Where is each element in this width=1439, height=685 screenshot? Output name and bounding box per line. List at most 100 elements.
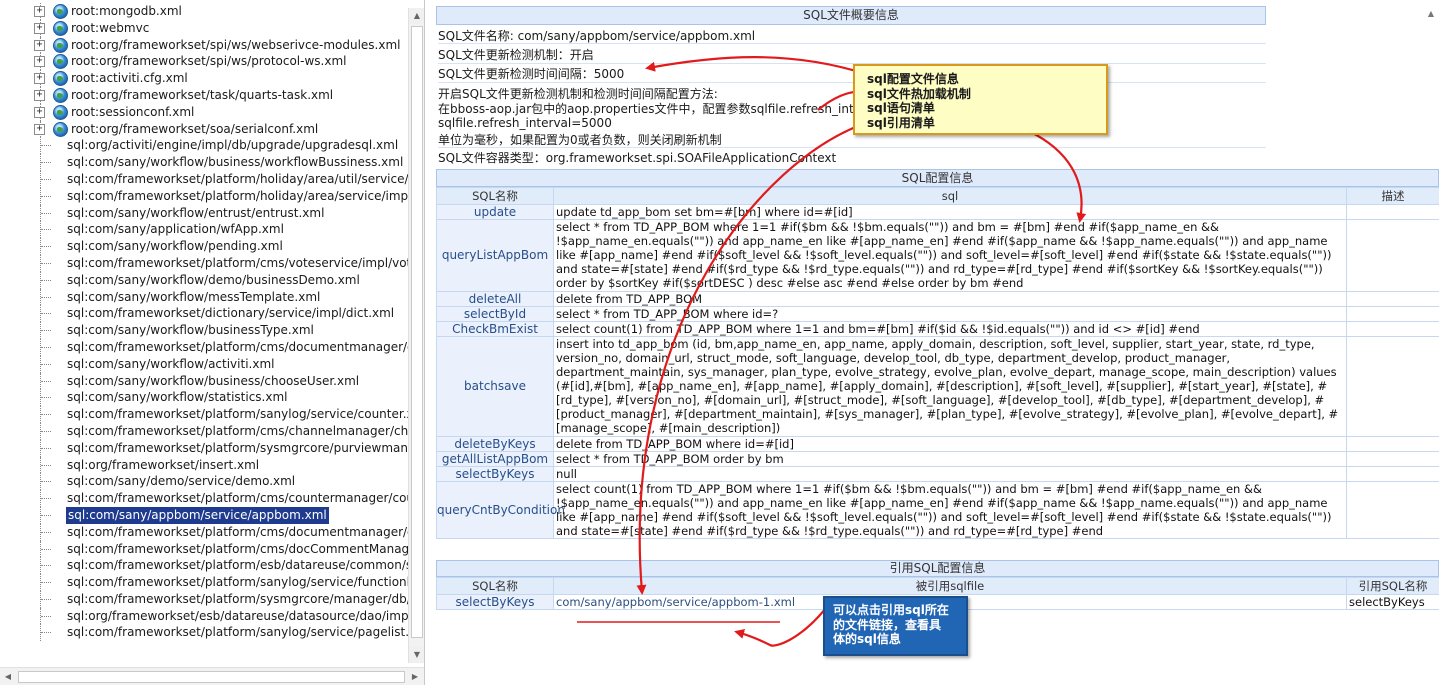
expand-plus-icon[interactable]: +	[34, 89, 45, 101]
expand-plus-icon[interactable]: +	[34, 123, 45, 135]
tree-node-label[interactable]: sql:com/frameworkset/dictionary/service/…	[67, 305, 394, 322]
tree-node-sql-file[interactable]: sql:com/sany/workflow/activiti.xml	[0, 355, 408, 373]
tree-node-sql-file[interactable]: sql:com/frameworkset/platform/sanylog/se…	[0, 624, 408, 642]
tree-node-label[interactable]: sql:com/frameworkset/platform/sanylog/se…	[67, 624, 408, 641]
tree-branch-line	[41, 464, 51, 466]
sql-name-cell: deleteAll	[436, 290, 554, 307]
tree-vertical-scrollbar[interactable]: ▲ ▼	[408, 8, 424, 663]
sql-config-row: queryCntByCondition select count(1) from …	[436, 480, 1439, 540]
scroll-down-icon[interactable]: ▼	[409, 647, 424, 663]
tree-node-sql-file[interactable]: sql:com/frameworkset/platform/sysmgrcore…	[0, 439, 408, 457]
tree-node-root[interactable]: + root:org/frameworkset/spi/ws/protocol-w…	[0, 53, 408, 71]
tree-node-sql-file[interactable]: sql:com/sany/application/wfApp.xml	[0, 221, 408, 239]
tree-node-label[interactable]: sql:com/sany/workflow/statistics.xml	[67, 389, 288, 406]
tree-node-label[interactable]: sql:com/sany/workflow/messTemplate.xml	[67, 289, 320, 306]
tree-node-label[interactable]: sql:com/frameworkset/platform/esb/datare…	[67, 557, 408, 574]
tree-node-label[interactable]: root:org/frameworkset/spi/ws/webserivce-…	[71, 37, 400, 54]
tree-node-root[interactable]: + root:activiti.cfg.xml	[0, 70, 408, 87]
tree-node-label[interactable]: sql:com/sany/workflow/business/workflowB…	[67, 154, 403, 171]
tree-node-label[interactable]: sql:com/frameworkset/platform/sanylog/se…	[67, 574, 408, 591]
tree-node-sql-file[interactable]: sql:com/sany/workflow/messTemplate.xml	[0, 288, 408, 306]
tree-node-sql-file[interactable]: sql:com/frameworkset/platform/cms/channe…	[0, 422, 408, 440]
tree-node-sql-file[interactable]: sql:com/frameworkset/platform/sanylog/se…	[0, 574, 408, 591]
tree-vertical-scroll-thumb[interactable]	[411, 26, 423, 638]
tree-node-root[interactable]: + root:org/frameworkset/spi/ws/webserivce…	[0, 36, 408, 54]
tree-node-sql-file[interactable]: sql:com/sany/workflow/demo/businessDemo.…	[0, 271, 408, 289]
tree-node-root[interactable]: + root:mongodb.xml	[0, 3, 408, 20]
tree-node-label[interactable]: sql:com/frameworkset/platform/cms/votese…	[67, 255, 408, 272]
tree-node-root[interactable]: + root:org/frameworkset/task/quarts-task.…	[0, 86, 408, 104]
tree-node-label[interactable]: sql:com/frameworkset/platform/holiday/ar…	[67, 171, 408, 188]
scroll-up-icon[interactable]: ▲	[409, 8, 424, 24]
tree-node-label[interactable]: root:webmvc	[71, 20, 149, 37]
tree-node-label[interactable]: root:org/frameworkset/soa/serialconf.xml	[71, 121, 318, 138]
tree-node-sql-file[interactable]: sql:com/sany/appbom/service/appbom.xml	[0, 506, 408, 524]
tree-node-label[interactable]: sql:com/sany/workflow/pending.xml	[67, 238, 283, 255]
tree-branch-line	[41, 246, 51, 248]
tree-horizontal-scroll-thumb[interactable]	[18, 671, 405, 683]
expand-plus-icon[interactable]: +	[34, 6, 45, 17]
content-scroll-up-icon[interactable]: ▲	[1423, 6, 1439, 22]
tree-node-label[interactable]: sql:com/sany/workflow/activiti.xml	[67, 356, 274, 373]
expand-plus-icon[interactable]: +	[34, 106, 45, 118]
tree-node-label[interactable]: root:activiti.cfg.xml	[71, 70, 188, 87]
tree-node-root[interactable]: + root:sessionconf.xml	[0, 103, 408, 121]
tree-node-label[interactable]: sql:com/frameworkset/platform/sysmgrcore…	[67, 591, 408, 608]
expand-plus-icon[interactable]: +	[34, 56, 45, 68]
tree-node-sql-file[interactable]: sql:com/frameworkset/platform/cms/docume…	[0, 523, 408, 541]
tree-node-root[interactable]: + root:org/frameworkset/soa/serialconf.xm…	[0, 120, 408, 138]
tree-node-sql-file[interactable]: sql:com/sany/workflow/business/workflowB…	[0, 154, 408, 171]
tree-node-label[interactable]: sql:com/frameworkset/platform/cms/channe…	[67, 423, 408, 440]
tree-node-sql-file[interactable]: sql:com/frameworkset/platform/cms/docume…	[0, 338, 408, 356]
tree-node-label[interactable]: sql:com/frameworkset/platform/cms/docume…	[67, 524, 408, 541]
tree-node-sql-file[interactable]: sql:com/frameworkset/platform/cms/votese…	[0, 254, 408, 272]
tree-node-sql-file[interactable]: sql:com/sany/workflow/business/chooseUse…	[0, 372, 408, 390]
tree-node-sql-file[interactable]: sql:org/frameworkset/esb/datareuse/datas…	[0, 607, 408, 625]
tree-node-label-selected[interactable]: sql:com/sany/appbom/service/appbom.xml	[66, 506, 329, 524]
scroll-right-icon[interactable]: ▶	[407, 668, 423, 685]
tree-node-sql-file[interactable]: sql:com/frameworkset/platform/sanylog/se…	[0, 406, 408, 423]
tree-node-label[interactable]: sql:com/sany/workflow/entrust/entrust.xm…	[67, 205, 324, 222]
tree-node-label[interactable]: root:org/frameworkset/task/quarts-task.x…	[71, 87, 333, 104]
expand-plus-icon[interactable]: +	[34, 73, 45, 85]
tree-node-label[interactable]: sql:com/frameworkset/platform/sanylog/se…	[67, 406, 408, 423]
tree-node-label[interactable]: sql:org/frameworkset/insert.xml	[67, 457, 259, 474]
tree-horizontal-scrollbar[interactable]: ◀ ▶	[0, 667, 424, 685]
tree-node-label[interactable]: root:org/frameworkset/spi/ws/protocol-ws…	[71, 53, 346, 70]
tree-node-sql-file[interactable]: sql:com/frameworkset/platform/esb/datare…	[0, 557, 408, 575]
tree-node-sql-file[interactable]: sql:com/frameworkset/platform/cms/docCom…	[0, 540, 408, 558]
tree-node-sql-file[interactable]: sql:com/frameworkset/platform/sysmgrcore…	[0, 590, 408, 608]
expand-plus-icon[interactable]: +	[34, 22, 45, 34]
tree-node-label[interactable]: sql:com/sany/workflow/demo/businessDemo.…	[67, 272, 360, 289]
globe-icon	[53, 121, 68, 137]
tree-node-sql-file[interactable]: sql:com/frameworkset/platform/holiday/ar…	[0, 170, 408, 188]
tree-node-sql-file[interactable]: sql:com/sany/demo/service/demo.xml	[0, 473, 408, 491]
tree-node-label[interactable]: sql:org/activiti/engine/impl/db/upgrade/…	[67, 137, 398, 154]
tree-node-label[interactable]: sql:com/frameworkset/platform/cms/docume…	[67, 339, 408, 356]
tree-node-label[interactable]: root:sessionconf.xml	[71, 104, 194, 121]
tree-node-label[interactable]: sql:com/sany/workflow/businessType.xml	[67, 322, 314, 339]
tree-node-sql-file[interactable]: sql:com/sany/workflow/businessType.xml	[0, 322, 408, 339]
tree-branch-line	[41, 279, 51, 281]
tree-node-label[interactable]: sql:com/frameworkset/platform/cms/counte…	[67, 490, 408, 507]
tree-node-sql-file[interactable]: sql:org/activiti/engine/impl/db/upgrade/…	[0, 137, 408, 155]
sql-name-cell: deleteByKeys	[436, 435, 554, 452]
tree-node-label[interactable]: sql:com/sany/demo/service/demo.xml	[67, 473, 295, 490]
expand-plus-icon[interactable]: +	[34, 39, 45, 51]
scroll-left-icon[interactable]: ◀	[0, 668, 16, 685]
tree-node-root[interactable]: + root:webmvc	[0, 19, 408, 37]
tree-node-sql-file[interactable]: sql:com/frameworkset/dictionary/service/…	[0, 305, 408, 323]
tree-node-label[interactable]: sql:org/frameworkset/esb/datareuse/datas…	[67, 608, 408, 625]
tree-node-sql-file[interactable]: sql:com/sany/workflow/statistics.xml	[0, 389, 408, 407]
tree-node-label[interactable]: sql:com/frameworkset/platform/sysmgrcore…	[67, 440, 408, 457]
tree-node-label[interactable]: sql:com/sany/workflow/business/chooseUse…	[67, 373, 359, 390]
tree-node-label[interactable]: sql:com/sany/application/wfApp.xml	[67, 221, 284, 238]
tree-node-label[interactable]: sql:com/frameworkset/platform/cms/docCom…	[67, 541, 408, 558]
tree-node-sql-file[interactable]: sql:com/sany/workflow/entrust/entrust.xm…	[0, 204, 408, 222]
tree-node-sql-file[interactable]: sql:com/sany/workflow/pending.xml	[0, 238, 408, 255]
tree-node-sql-file[interactable]: sql:org/frameworkset/insert.xml	[0, 456, 408, 474]
tree-node-sql-file[interactable]: sql:com/frameworkset/platform/holiday/ar…	[0, 187, 408, 205]
tree-node-label[interactable]: sql:com/frameworkset/platform/holiday/ar…	[67, 188, 408, 205]
tree-node-label[interactable]: root:mongodb.xml	[71, 3, 182, 20]
tree-node-sql-file[interactable]: sql:com/frameworkset/platform/cms/counte…	[0, 490, 408, 507]
